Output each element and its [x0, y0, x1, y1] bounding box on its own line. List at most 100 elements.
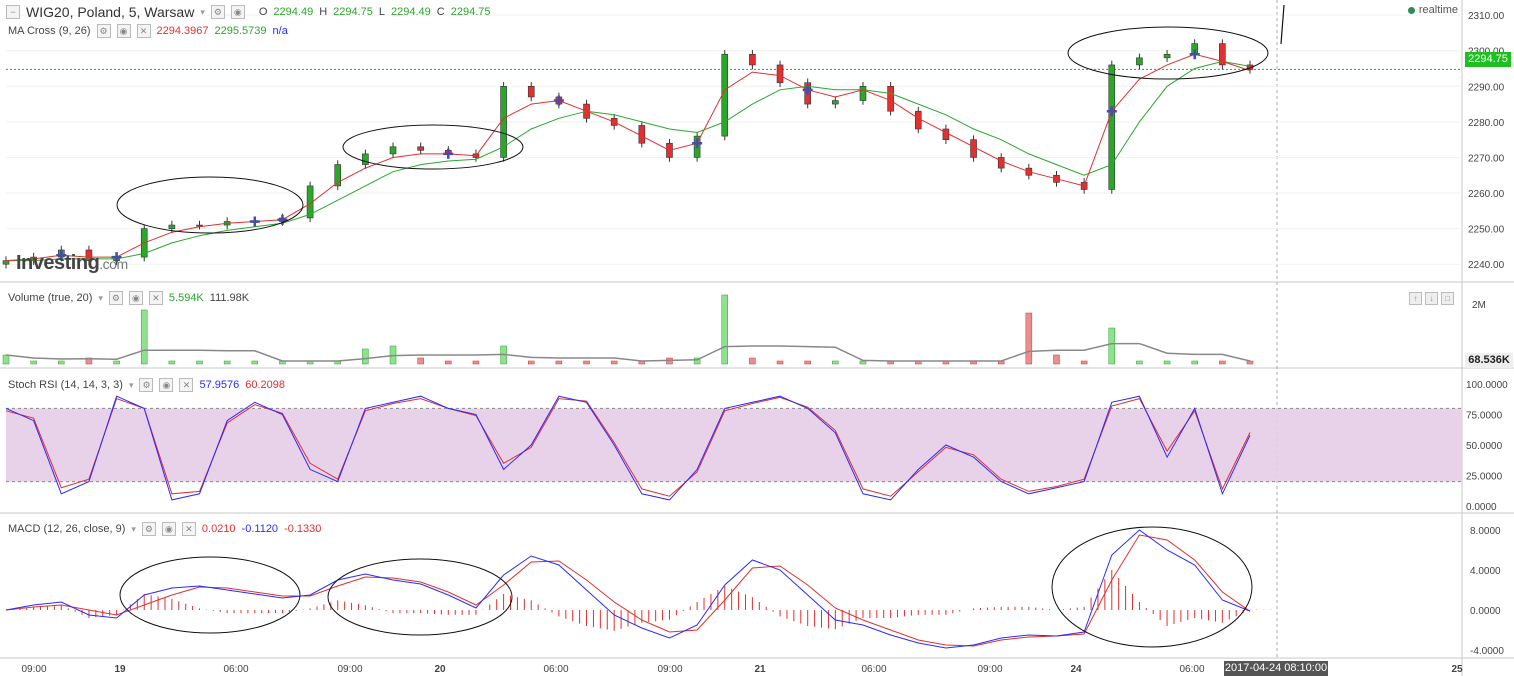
ma-slow-line — [6, 60, 1251, 262]
settings-icon[interactable]: ⚙ — [141, 522, 156, 536]
time-tick-label: 24 — [1070, 664, 1082, 675]
volume-bar — [1053, 354, 1060, 365]
volume-bar — [610, 360, 618, 365]
volume-bar — [1191, 360, 1198, 365]
time-tick-label: 06:00 — [543, 664, 568, 675]
close-icon[interactable]: ✕ — [179, 378, 194, 392]
candle-body — [196, 224, 203, 227]
volume-bar — [527, 360, 535, 365]
candle-body — [417, 146, 424, 151]
candle-body — [1108, 64, 1116, 190]
settings-icon[interactable]: ⚙ — [108, 291, 123, 305]
low-label: L — [378, 6, 386, 18]
logo-main: Investing — [16, 252, 100, 274]
time-tick-label: 21 — [754, 664, 766, 675]
volume-bar — [58, 360, 65, 365]
ma-slow-value: 2295.5739 — [214, 25, 267, 37]
macd-signal-line — [5, 534, 1251, 647]
time-tick-label: 09:00 — [977, 664, 1002, 675]
stoch-tick-label: 100.0000 — [1466, 380, 1508, 391]
realtime-label: realtime — [1418, 4, 1458, 16]
candle-body — [832, 100, 839, 105]
close-icon[interactable]: ✕ — [148, 291, 163, 305]
candle-body — [942, 128, 950, 140]
price-tick-label: 2310.00 — [1468, 11, 1505, 22]
candle-body — [721, 53, 729, 137]
volume-bar — [721, 294, 729, 365]
volume-bar — [251, 360, 259, 365]
volume-bar — [168, 360, 176, 365]
settings-icon[interactable]: ⚙ — [96, 24, 111, 38]
time-tick-label: 06:00 — [223, 664, 248, 675]
logo-suffix: .com — [99, 256, 128, 272]
volume-bar — [2, 354, 10, 365]
candle-body — [776, 64, 784, 84]
price-tick-label: 2280.00 — [1468, 118, 1505, 129]
macd-hist-value: 0.0210 — [201, 523, 236, 535]
eye-icon[interactable]: ◉ — [230, 5, 245, 19]
annotation-ellipse — [342, 124, 524, 170]
close-icon[interactable]: ✕ — [181, 522, 196, 536]
eye-icon[interactable]: ◉ — [128, 291, 143, 305]
ma-cross-marker — [249, 216, 260, 227]
ma-fast-value: 2294.3967 — [156, 25, 209, 37]
volume-bar — [196, 360, 203, 365]
stoch-label: Stoch RSI (14, 14, 3, 3) — [8, 379, 123, 391]
eye-icon[interactable]: ◉ — [159, 378, 174, 392]
time-tick-label: 06:00 — [1179, 664, 1204, 675]
close-label: C — [436, 6, 445, 18]
open-label: O — [258, 6, 268, 18]
volume-bar — [362, 348, 369, 365]
chevron-down-icon[interactable]: ▾ — [129, 380, 134, 391]
move-up-icon[interactable]: ↑ — [1409, 292, 1422, 305]
settings-icon[interactable]: ⚙ — [139, 378, 154, 392]
maximize-icon[interactable]: □ — [1441, 292, 1454, 305]
stoch-k-value: 57.9576 — [199, 379, 240, 391]
close-icon[interactable]: ✕ — [136, 24, 151, 38]
time-tick-label: 09:00 — [657, 664, 682, 675]
volume-bar — [1080, 360, 1088, 365]
volume-label: Volume (true, 20) — [8, 292, 93, 304]
ma-header: MA Cross (9, 26) ⚙ ◉ ✕ 2294.3967 2295.57… — [8, 24, 288, 38]
stoch-tick-label: 50.0000 — [1466, 441, 1503, 452]
volume-tick-label: 2M — [1472, 300, 1486, 311]
settings-icon[interactable]: ⚙ — [210, 5, 225, 19]
time-tick-label: 19 — [114, 664, 126, 675]
eye-icon[interactable]: ◉ — [116, 24, 131, 38]
volume-bar — [445, 360, 452, 365]
macd-header: MACD (12, 26, close, 9) ▾ ⚙ ◉ ✕ 0.0210 -… — [8, 522, 321, 536]
symbol-title: WIG20, Poland, 5, Warsaw — [26, 4, 195, 20]
chevron-down-icon[interactable]: ▾ — [200, 7, 205, 18]
time-tick-label: 09:00 — [21, 664, 46, 675]
ma-cross-marker — [692, 138, 703, 149]
ma-cross-value: n/a — [272, 25, 288, 37]
main-header: − WIG20, Poland, 5, Warsaw ▾ ⚙ ◉ O 2294.… — [6, 4, 491, 20]
price-tick-label: 2270.00 — [1468, 153, 1505, 164]
eye-icon[interactable]: ◉ — [161, 522, 176, 536]
candle-body — [859, 85, 867, 101]
chevron-down-icon[interactable]: ▾ — [98, 293, 103, 304]
annotation-ellipse — [1051, 526, 1253, 648]
chevron-down-icon[interactable]: ▾ — [131, 524, 136, 535]
chart-canvas[interactable]: 2310.002300.002290.002280.002270.002260.… — [0, 0, 1514, 676]
high-value: 2294.75 — [333, 6, 373, 18]
price-tick-label: 2260.00 — [1468, 189, 1505, 200]
volume-header: Volume (true, 20) ▾ ⚙ ◉ ✕ 5.594K 111.98K — [8, 291, 249, 305]
candle-body — [749, 53, 756, 66]
volume-bar — [1163, 360, 1171, 365]
candle-body — [362, 153, 369, 165]
candle-body — [1136, 57, 1143, 66]
time-tick-label: 25 — [1451, 664, 1463, 675]
move-down-icon[interactable]: ↓ — [1425, 292, 1438, 305]
chart-stage[interactable]: 2310.002300.002290.002280.002270.002260.… — [0, 0, 1514, 676]
stoch-header: Stoch RSI (14, 14, 3, 3) ▾ ⚙ ◉ ✕ 57.9576… — [8, 378, 285, 392]
volume-bar — [555, 360, 563, 365]
volume-bar — [583, 360, 590, 365]
high-label: H — [319, 6, 328, 18]
volume-ma-line — [5, 342, 1251, 362]
stoch-tick-label: 75.0000 — [1466, 411, 1503, 422]
volume-bar — [1108, 327, 1116, 365]
current-price-badge: 2294.75 — [1465, 52, 1511, 67]
price-tick-label: 2240.00 — [1468, 260, 1505, 271]
collapse-icon[interactable]: − — [6, 5, 20, 19]
